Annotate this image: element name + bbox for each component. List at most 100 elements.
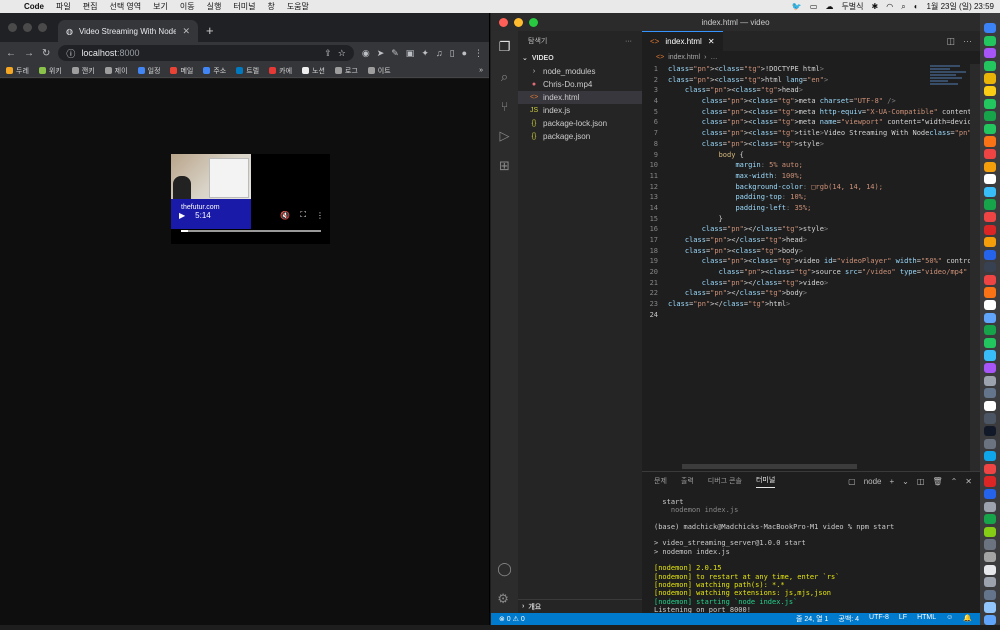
forward-icon[interactable]: → [24,48,34,59]
dock-app-icon[interactable] [984,287,996,298]
dock-app-icon[interactable] [984,136,996,147]
bookmark-item[interactable]: 두레 [6,66,29,76]
dock-app-icon[interactable] [984,274,996,286]
new-terminal-icon[interactable]: + [890,477,895,486]
bookmark-star-icon[interactable]: ☆ [338,48,346,59]
dock-app-icon[interactable] [984,501,996,512]
dock-app-icon[interactable] [984,161,996,172]
split-editor-icon[interactable]: ◫ [946,36,955,47]
media-icon[interactable]: ♫ [436,48,443,59]
dock-app-icon[interactable] [984,451,996,462]
dock-app-icon[interactable] [984,488,996,500]
puzzle-icon[interactable]: ✦ [421,48,429,59]
close-panel-icon[interactable]: ✕ [965,477,972,486]
minimize-window-button[interactable] [23,23,32,32]
close-tab-icon[interactable]: ✕ [182,26,190,37]
dock-app-icon[interactable] [984,476,996,487]
menu-run[interactable]: 실행 [201,1,228,12]
breadcrumb-symbol[interactable]: … [710,54,717,61]
dock-app-icon[interactable] [984,48,996,59]
vscode-close-button[interactable] [499,18,508,27]
file-tree-item[interactable]: {} package.json [518,130,642,143]
dock-app-icon[interactable] [984,614,996,626]
dock-app-icon[interactable] [984,375,996,386]
horizontal-scrollbar[interactable] [682,464,857,469]
notifications-icon[interactable]: 🔔 [963,614,972,624]
dock-app-icon[interactable] [984,551,996,563]
dock-app-icon[interactable] [984,337,996,349]
dock-app-icon[interactable] [984,98,996,109]
dock-app-icon[interactable] [984,564,996,575]
dock-app-icon[interactable] [984,312,996,323]
cloud-icon[interactable]: ☁ [825,2,833,11]
bookmark-item[interactable]: 주소 [203,66,226,76]
dock-app-icon[interactable] [984,111,996,122]
bookmark-item[interactable]: 깬키 [71,66,95,76]
dock-app-icon[interactable] [984,325,996,336]
reload-icon[interactable]: ↻ [42,48,50,59]
bookmark-item[interactable]: 일정 [137,66,160,76]
dock-app-icon[interactable] [984,514,996,525]
explorer-icon[interactable]: ❐ [499,39,511,55]
bookmark-item[interactable]: 카에 [269,66,292,76]
file-tree-item[interactable]: ● Chris-Do.mp4 [518,78,642,91]
tab-output[interactable]: 출력 [681,476,694,486]
file-tree-item[interactable]: {} package-lock.json [518,117,642,130]
chevron-down-icon[interactable]: ⌄ [902,477,909,486]
source-control-icon[interactable]: ⑂ [501,99,509,114]
kebab-menu-icon[interactable]: ⋮ [474,48,483,59]
dock-app-icon[interactable] [984,186,996,197]
bookmark-item[interactable]: 로그 [334,66,358,76]
site-info-icon[interactable]: ⓘ [66,47,75,60]
screen-icon[interactable]: ▭ [810,2,818,11]
trash-icon[interactable]: 🗑 [932,477,942,486]
dock-app-icon[interactable] [984,199,996,210]
dock-app-icon[interactable] [984,577,996,588]
menu-help[interactable]: 도움말 [281,1,315,12]
menu-terminal[interactable]: 터미널 [227,1,261,12]
bookmark-item[interactable]: 트렐 [236,66,259,76]
menu-selection[interactable]: 선택 영역 [103,1,147,12]
close-window-button[interactable] [8,23,17,32]
outline-section[interactable]: › 개요 [518,599,642,613]
file-tree-item[interactable]: <> index.html [518,91,642,104]
tab-problems[interactable]: 문제 [654,476,667,486]
dock-app-icon[interactable] [984,426,996,437]
bookmark-item[interactable]: 이트 [367,66,391,76]
dock-app-icon[interactable] [984,224,996,235]
dock-app-icon[interactable] [984,526,996,537]
cursor-extension-icon[interactable]: ➤ [377,48,385,59]
menu-view[interactable]: 보기 [147,1,174,12]
dock-app-icon[interactable] [984,35,996,46]
dock-app-icon[interactable] [984,602,996,613]
bookmark-item[interactable]: 위키 [38,66,62,76]
bookmark-item[interactable]: 메일 [170,66,193,76]
dock-app-icon[interactable] [984,85,996,97]
dock-app-icon[interactable] [984,237,996,248]
minimap[interactable] [930,64,970,104]
vscode-zoom-button[interactable] [529,18,538,27]
terminal-shell-label[interactable]: node [864,477,882,486]
dock-app-icon[interactable] [984,123,996,134]
problems-status[interactable]: ⊗ 0 ⚠ 0 [499,615,525,623]
vertical-scrollbar[interactable] [970,64,980,474]
tab-debug-console[interactable]: 디버그 콘솔 [708,476,742,486]
dock-app-icon[interactable] [984,589,996,600]
fullscreen-icon[interactable]: ⛶ [300,210,306,220]
input-source[interactable]: 두벌식 [841,1,863,12]
back-icon[interactable]: ← [6,48,16,59]
menu-app[interactable]: Code [18,2,50,11]
dock-app-icon[interactable] [984,60,996,71]
file-tree-item[interactable]: › node_modules [518,65,642,78]
dock-app-icon[interactable] [984,300,996,311]
run-debug-icon[interactable]: ▷ [500,128,510,144]
box-extension-icon[interactable]: ▣ [406,48,415,59]
language-mode[interactable]: HTML [917,614,936,624]
cursor-position[interactable]: 줄 24, 열 1 [796,614,828,624]
indentation[interactable]: 공백: 4 [838,614,859,624]
dock-app-icon[interactable] [984,400,996,412]
split-icon[interactable]: ▯ [450,48,455,59]
play-icon[interactable]: ▶ [179,211,185,220]
editor-more-icon[interactable]: ··· [963,36,972,47]
dock-app-icon[interactable] [984,211,996,223]
